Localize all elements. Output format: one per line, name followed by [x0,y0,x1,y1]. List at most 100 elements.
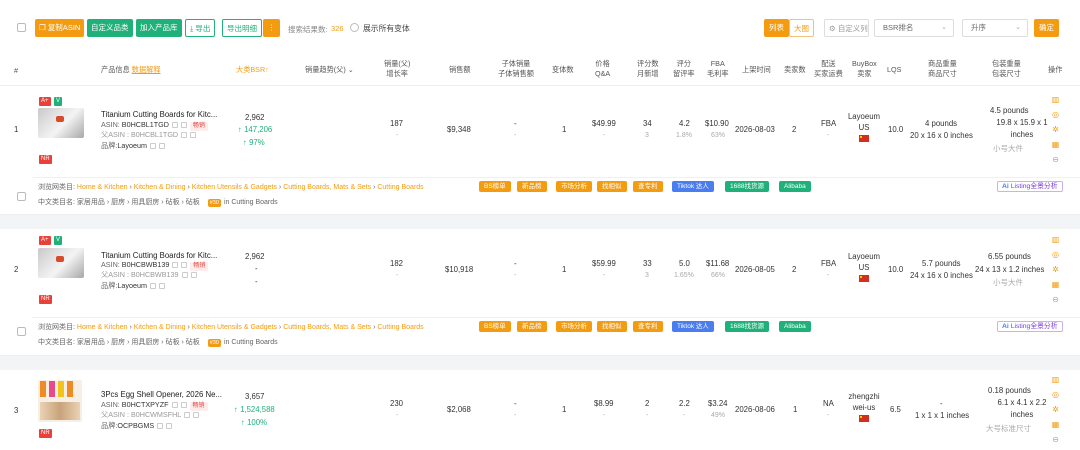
product-title[interactable]: 3Pcs Egg Shell Opener, 2026 Ne... [101,390,222,399]
product-image[interactable] [38,108,84,138]
export-detail-button[interactable]: 导出明细 [222,19,262,37]
copy-icon[interactable] [172,262,179,269]
more-options-icon[interactable]: ⊖ [1051,435,1060,444]
search-result-count: 326 [331,24,344,33]
tag-market-analysis[interactable]: 市场分析 [556,321,592,332]
external-link-icon[interactable] [181,262,188,269]
tag-alibaba[interactable]: Alibaba [779,321,811,332]
copy-icon[interactable] [157,423,164,430]
qa-value: - [603,412,606,419]
product-image[interactable] [38,248,84,278]
ratings-value: 2 [645,399,650,408]
view-list-button[interactable]: 列表 [764,19,789,37]
copy-icon[interactable] [171,402,178,409]
rank-pill: #30 [207,339,221,347]
tag-1688[interactable]: 1688找货源 [725,321,769,332]
freight-value: - [827,272,830,279]
tag-patent[interactable]: 查专利 [633,181,663,192]
tag-1688[interactable]: 1688找货源 [725,181,769,192]
product-weight: - [940,399,943,408]
external-link-icon[interactable] [180,122,187,129]
location-icon[interactable]: ◎ [1051,110,1060,119]
buybox-seller[interactable]: Layoeum US [846,111,882,133]
row-checkbox[interactable] [17,192,26,201]
buybox-seller[interactable]: zhengzhi wei-us [846,391,882,413]
settings-icon[interactable]: ✲ [1051,405,1060,414]
external-link-icon[interactable] [166,423,173,430]
chevron-down-icon: ⌄ [347,65,354,74]
copy-icon[interactable] [181,272,188,279]
tag-find-similar[interactable]: 找相似 [597,181,627,192]
confirm-button[interactable]: 确定 [1034,19,1059,37]
external-link-icon[interactable] [190,272,197,279]
col-bsr[interactable]: 大类BSR↑ [236,65,269,75]
buybox-seller[interactable]: Layoeum US [846,251,882,273]
qa-value: - [603,272,606,279]
col-launch: 上架时间 [742,65,771,74]
product-title[interactable]: Titanium Cutting Boards for Kitc... [101,110,217,119]
col-product-weight: 商品重量 商品尺寸 [928,59,957,78]
listing-analysis-button[interactable]: Ai Listing全景分析 [997,181,1063,192]
external-link-icon[interactable] [190,132,197,139]
china-flag-icon [859,415,869,422]
external-link-icon[interactable] [180,402,187,409]
tag-bs-list[interactable]: BS榜单 [479,181,511,192]
custom-category-button[interactable]: 自定义品类 [87,19,133,37]
tag-bs-list[interactable]: BS榜单 [479,321,511,332]
calendar-icon[interactable]: ▦ [1051,420,1060,429]
sort-field-select[interactable]: BSR排名 ⌄ [874,19,954,37]
location-icon[interactable]: ◎ [1051,250,1060,259]
copy-icon[interactable] [149,143,156,150]
select-all-checkbox[interactable] [17,23,26,32]
chart-icon[interactable]: ▥ [1051,235,1060,244]
tag-tiktok[interactable]: Tiktok 达人 [672,321,714,332]
product-title[interactable]: Titanium Cutting Boards for Kitc... [101,251,217,260]
chart-icon[interactable]: ▥ [1051,95,1060,104]
browse-category: 浏览网类目: Home & Kitchen › Kitchen & Dining… [38,184,424,191]
copy-icon[interactable] [181,132,188,139]
external-link-icon[interactable] [158,283,165,290]
custom-columns-button[interactable]: ⚙ 自定义列 [824,19,869,37]
tag-new-list[interactable]: 新品榜 [517,181,547,192]
calendar-icon[interactable]: ▦ [1051,140,1060,149]
copy-icon[interactable] [149,283,156,290]
tag-patent[interactable]: 查专利 [633,321,663,332]
col-revenue: 销售额 [449,65,471,74]
export-button[interactable]: ⤓ 导出 [185,19,216,37]
chart-icon[interactable]: ▥ [1051,375,1060,384]
more-options-icon[interactable]: ⊖ [1051,155,1060,164]
calendar-icon[interactable]: ▦ [1051,280,1060,289]
more-icon[interactable]: ⋮ [263,19,280,37]
revenue-value: $9,348 [447,125,471,134]
settings-icon[interactable]: ✲ [1051,265,1060,274]
add-library-button[interactable]: 加入产品库 [136,19,182,37]
row-checkbox[interactable] [17,327,26,336]
copy-asin-button[interactable]: ❐ 复制ASIN [35,19,85,37]
sort-order-select[interactable]: 升序 ⌄ [962,19,1028,37]
external-link-icon[interactable] [193,412,200,419]
show-variants-checkbox[interactable] [350,23,359,32]
data-explain-link[interactable]: 数据解释 [132,65,161,74]
settings-icon[interactable]: ✲ [1051,125,1060,134]
tag-tiktok[interactable]: Tiktok 达人 [672,181,714,192]
col-sales-trend[interactable]: 销量趋势(父) ⌄ [305,65,354,75]
col-lqs: LQS [887,65,902,74]
more-options-icon[interactable]: ⊖ [1051,295,1060,304]
tag-new-list[interactable]: 新品榜 [517,321,547,332]
tag-find-similar[interactable]: 找相似 [597,321,627,332]
tag-market-analysis[interactable]: 市场分析 [556,181,592,192]
sellers-value: 2 [792,125,797,134]
external-link-icon[interactable] [158,143,165,150]
product-image[interactable] [38,380,82,422]
copy-icon[interactable] [171,122,178,129]
divider [32,177,1080,178]
copy-icon[interactable] [184,412,191,419]
view-grid-button[interactable]: 大图 [789,19,814,37]
delivery-value: FBA [821,119,837,128]
location-icon[interactable]: ◎ [1051,390,1060,399]
brand-line: 品牌:Layoeum [101,141,165,151]
nr-badge: NR [39,295,52,304]
listing-analysis-button[interactable]: Ai Listing全景分析 [997,321,1063,332]
tag-alibaba[interactable]: Alibaba [779,181,811,192]
package-weight: 6.55 pounds [988,252,1031,261]
